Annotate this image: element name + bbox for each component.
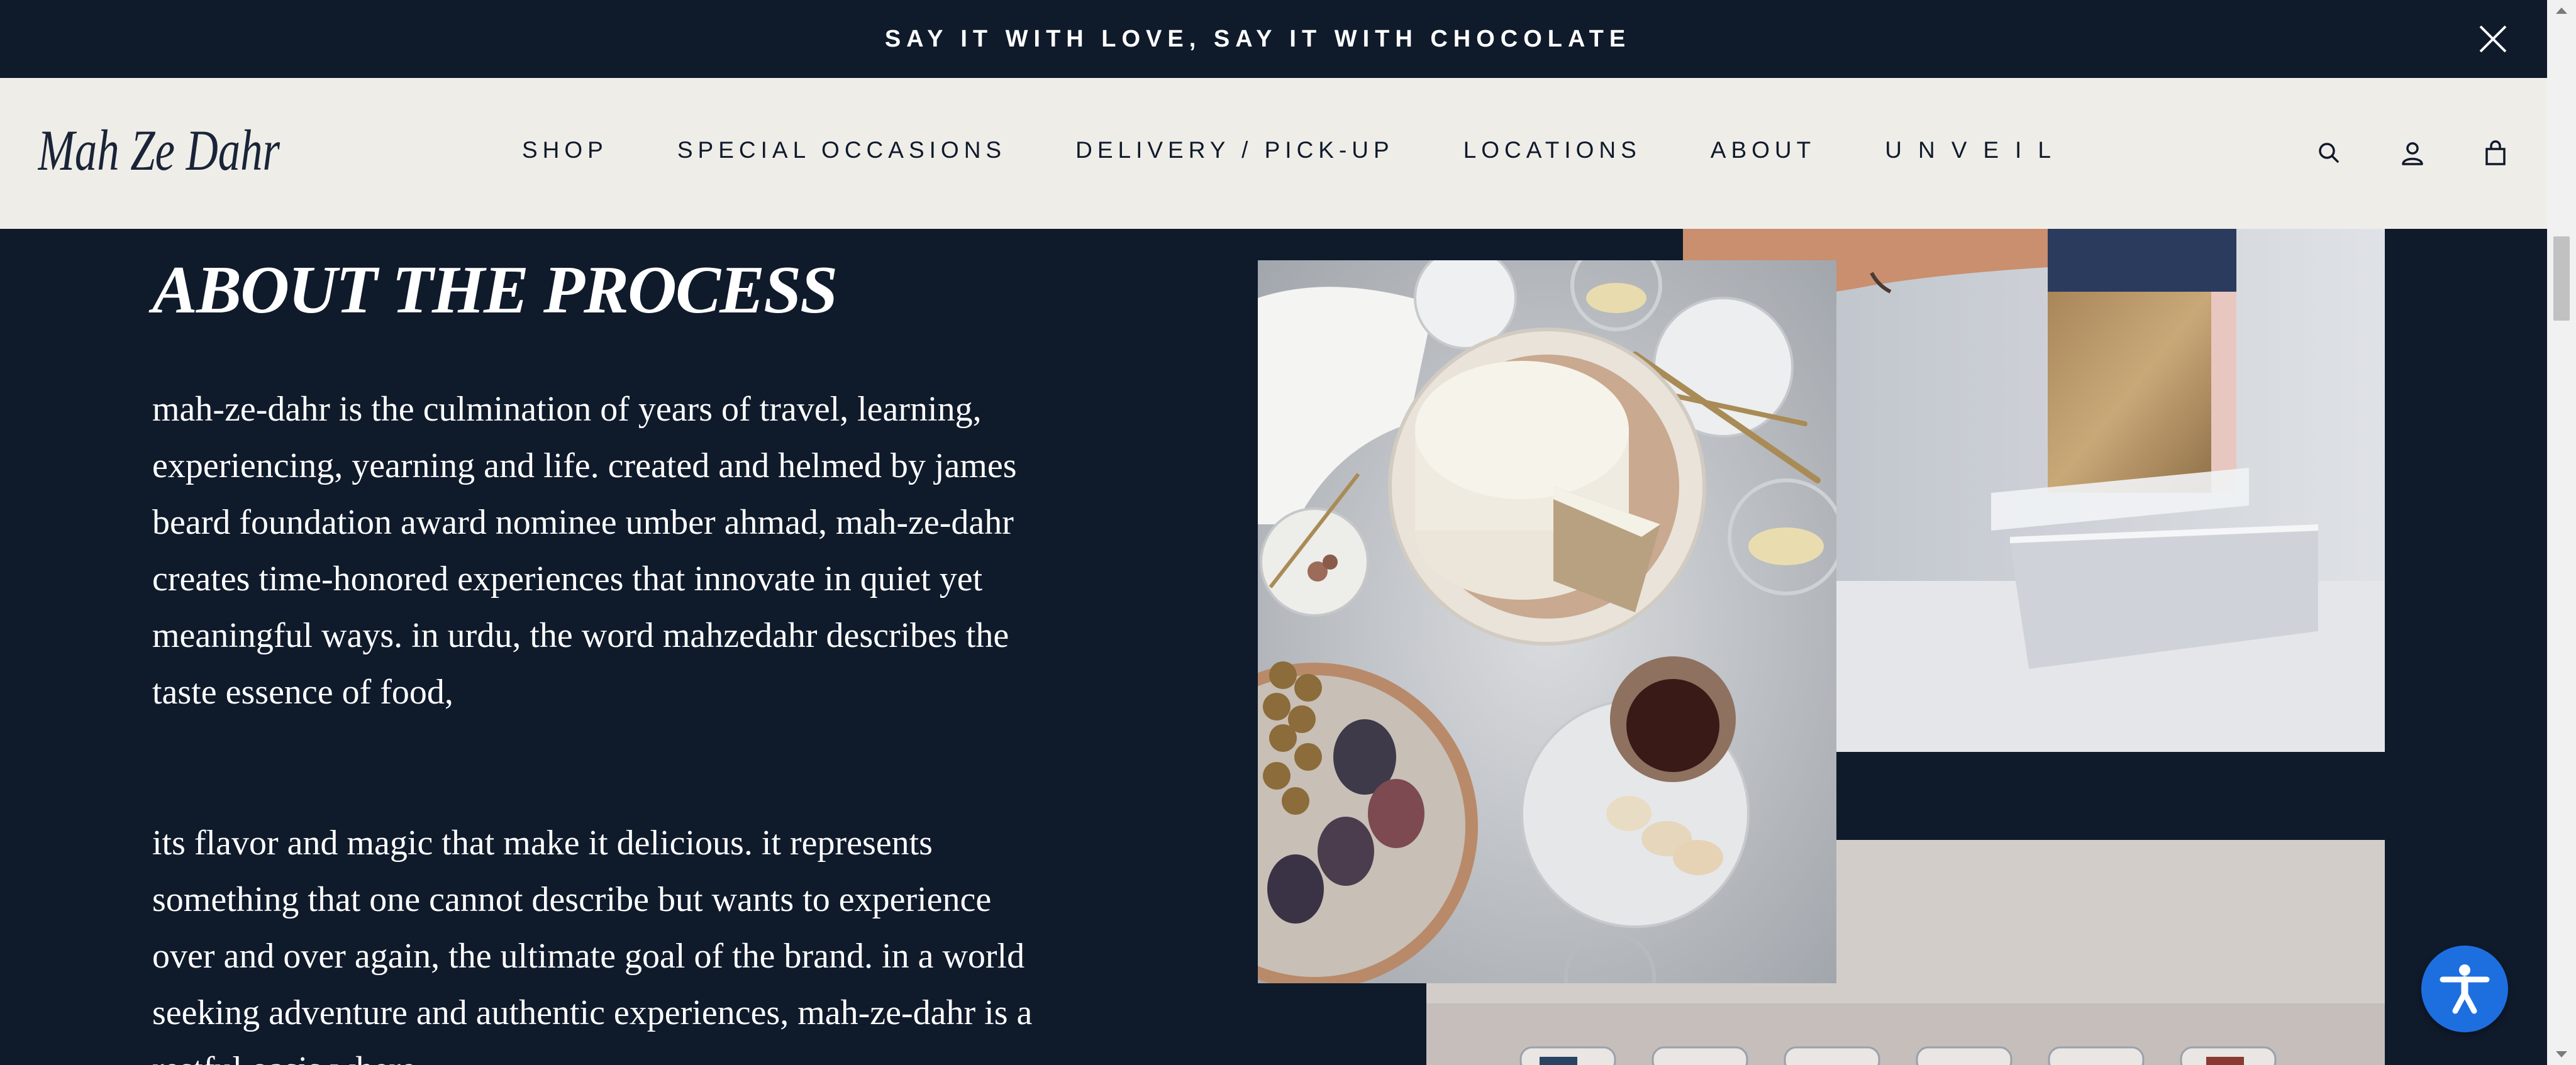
svg-text:Mah Ze Dahr: Mah Ze Dahr [38,118,280,182]
accessibility-button[interactable] [2421,946,2508,1032]
brand-logo[interactable]: Mah Ze Dahr [38,114,289,196]
nav-item-special-occasions[interactable]: SPECIAL OCCASIONS [677,137,1006,163]
scroll-up-arrow[interactable] [2556,8,2567,14]
account-icon[interactable] [2397,138,2428,168]
nav-item-unveil[interactable]: UNVEIL [1885,137,2067,163]
nav-item-locations[interactable]: LOCATIONS [1463,137,1641,163]
scroll-down-arrow[interactable] [2556,1051,2567,1057]
nav-item-shop[interactable]: SHOP [522,137,608,163]
nav-item-about[interactable]: ABOUT [1711,137,1816,163]
bag-icon[interactable] [2480,138,2511,168]
announcement-text: SAY IT WITH LOVE, SAY IT WITH CHOCOLATE [884,25,1631,52]
page-heading: ABOUT THE PROCESS [152,253,838,328]
accessibility-icon [2440,964,2490,1014]
announcement-bar: SAY IT WITH LOVE, SAY IT WITH CHOCOLATE [0,0,2547,78]
page-scrollbar[interactable] [2547,0,2576,1065]
site-header: Mah Ze Dahr SHOP SPECIAL OCCASIONS DELIV… [0,78,2547,229]
search-icon[interactable] [2314,138,2345,168]
main-nav: SHOP SPECIAL OCCASIONS DELIVERY / PICK-U… [522,137,2067,163]
photo-cake-table [1258,260,1836,983]
scroll-thumb[interactable] [2553,236,2570,321]
close-icon[interactable] [2475,21,2511,57]
about-paragraph-2: its flavor and magic that make it delici… [152,824,1033,1065]
nav-item-delivery-pickup[interactable]: DELIVERY / PICK-UP [1075,137,1394,163]
about-paragraph-1: mah-ze-dahr is the culmination of years … [152,390,1017,712]
